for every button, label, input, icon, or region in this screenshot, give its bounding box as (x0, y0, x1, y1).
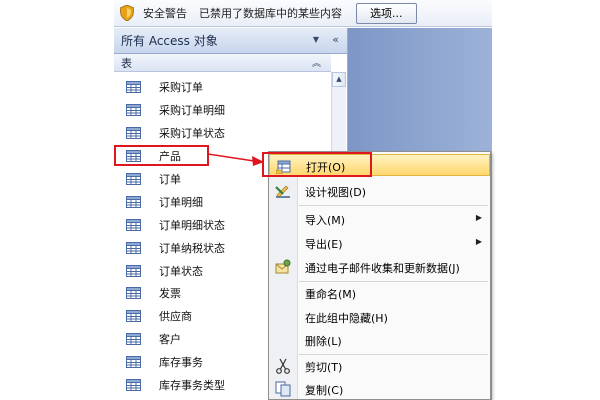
list-item-label: 订单状态 (159, 264, 203, 278)
table-icon (126, 241, 141, 254)
menu-item-label: 导出(E) (305, 238, 343, 251)
menu-item-label: 打开(O) (306, 161, 346, 174)
shield-icon (120, 5, 134, 21)
table-icon (126, 127, 141, 140)
list-item-label: 库存事务 (159, 356, 203, 370)
menu-item-label: 通过电子邮件收集和更新数据(J) (305, 262, 460, 275)
list-item-label: 客户 (159, 333, 181, 347)
nav-pane-header[interactable]: 所有 Access 对象 ▼ « (114, 28, 347, 54)
table-icon (126, 264, 141, 277)
options-button[interactable]: 选项... (356, 2, 417, 24)
copy-icon (275, 381, 291, 397)
group-header-tables[interactable]: 表 ︽ (114, 54, 331, 72)
security-warning-title: 安全警告 (143, 7, 187, 20)
context-menu: 打开(O) 设计视图(D) 导入(M) ▶ 导出(E) ▶ 通过电子邮件收集和更… (268, 151, 491, 400)
chevron-down-icon[interactable]: ▼ (313, 35, 319, 44)
menu-item-label: 剪切(T) (305, 361, 343, 374)
menu-item-label: 导入(M) (305, 214, 346, 227)
design-view-icon (275, 185, 290, 198)
menu-item-label: 在此组中隐藏(H) (305, 312, 388, 325)
table-icon (126, 173, 141, 185)
list-item-label: 订单明细状态 (159, 218, 225, 232)
list-item[interactable]: 采购订单明细 (114, 99, 330, 122)
email-collect-icon (275, 259, 291, 274)
list-item-label: 产品 (159, 150, 181, 164)
table-icon (126, 287, 141, 300)
menu-item-delete[interactable]: 删除(L) (269, 329, 490, 351)
menu-item-export[interactable]: 导出(E) ▶ (269, 232, 490, 254)
list-item-label: 采购订单 (159, 81, 203, 95)
chevron-up-icon[interactable]: ︽ (312, 56, 321, 69)
list-item-label: 采购订单明细 (159, 104, 225, 118)
menu-item-label: 重命名(M) (305, 288, 357, 301)
table-icon (126, 333, 141, 346)
table-icon (126, 195, 141, 208)
menu-item-cut[interactable]: 剪切(T) (269, 355, 490, 377)
table-icon (126, 104, 141, 117)
scissors-icon (276, 358, 290, 374)
nav-pane-title: 所有 Access 对象 (121, 34, 218, 48)
list-item-label: 订单 (159, 173, 181, 186)
security-warning-bar: 安全警告 已禁用了数据库中的某些内容 选项... (114, 0, 492, 27)
table-icon (126, 379, 141, 392)
list-item[interactable]: 采购订单 (114, 76, 330, 99)
table-icon (126, 310, 141, 323)
list-item-label: 发票 (159, 287, 181, 301)
menu-item-label: 设计视图(D) (305, 186, 367, 199)
list-item-label: 采购订单状态 (159, 127, 225, 141)
menu-item-hide-in-group[interactable]: 在此组中隐藏(H) (269, 306, 490, 328)
menu-item-design-view[interactable]: 设计视图(D) (269, 180, 490, 202)
menu-item-email-collect[interactable]: 通过电子邮件收集和更新数据(J) (269, 256, 490, 278)
scroll-up-button[interactable]: ▲ (332, 72, 346, 87)
menu-separator (299, 205, 488, 206)
table-icon (126, 150, 141, 163)
menu-item-open[interactable]: 打开(O) (269, 154, 490, 176)
list-item-label: 订单明细 (159, 195, 203, 209)
list-item-label: 库存事务类型 (159, 379, 225, 393)
menu-item-label: 复制(C) (305, 384, 344, 397)
table-icon (126, 356, 141, 369)
collapse-pane-icon[interactable]: « (332, 33, 339, 46)
submenu-arrow-icon: ▶ (475, 237, 482, 246)
security-warning-message: 已禁用了数据库中的某些内容 (199, 7, 342, 20)
submenu-arrow-icon: ▶ (475, 213, 482, 222)
annotation-arrow-icon (208, 153, 264, 166)
menu-item-label: 删除(L) (305, 335, 342, 348)
group-title: 表 (121, 56, 132, 70)
open-table-icon (276, 160, 291, 174)
menu-item-import[interactable]: 导入(M) ▶ (269, 208, 490, 230)
list-item-label: 订单纳税状态 (159, 241, 225, 255)
table-icon (126, 81, 141, 94)
list-item-label: 供应商 (159, 310, 192, 324)
menu-item-copy[interactable]: 复制(C) (269, 378, 490, 400)
menu-item-rename[interactable]: 重命名(M) (269, 282, 490, 304)
table-icon (126, 218, 141, 231)
list-item[interactable]: 采购订单状态 (114, 122, 330, 145)
